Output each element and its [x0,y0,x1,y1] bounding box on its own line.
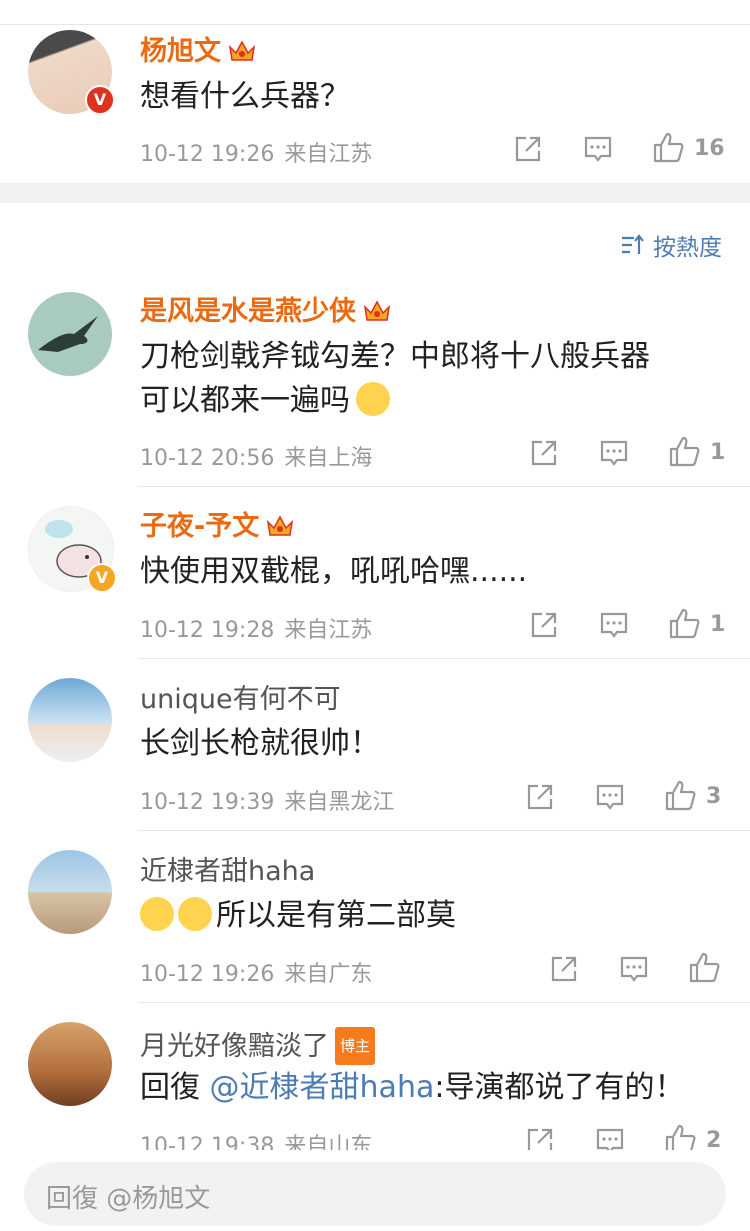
like-button[interactable]: 16 [652,131,725,165]
share-button[interactable] [512,133,544,165]
comment-text: 快使用双截棍，吼吼哈嘿...... [140,554,528,589]
share-icon [551,956,577,982]
comment-icon [620,956,648,982]
divider [138,486,750,487]
comment-meta: 10-12 19:26 来自广东 [140,962,373,987]
share-icon [531,440,557,466]
verified-badge-icon: V [85,85,115,115]
divider [138,1002,750,1003]
share-button[interactable] [548,953,580,985]
comment-button[interactable] [582,133,614,165]
comment-author[interactable]: 月光好像黯淡了 博主 [140,1027,376,1065]
comment-button[interactable] [618,953,650,985]
comment-meta: 10-12 19:39 来自黑龙江 [140,790,395,815]
vip-crown-icon [363,300,391,321]
share-button[interactable] [528,609,560,641]
reply-placeholder: 回復 @杨旭文 [46,1184,211,1214]
mention-link[interactable]: @近棣者甜haha [210,1070,435,1105]
share-icon [531,612,557,638]
section-gap [0,183,750,203]
comment-button[interactable] [598,437,630,469]
verified-badge-icon: V [87,563,117,593]
post-author[interactable]: 杨旭文 [140,35,257,69]
comment-button[interactable] [598,609,630,641]
thumbs-up-icon [669,436,700,467]
comment-author[interactable]: unique有何不可 [140,683,341,717]
thumbs-up-icon [665,780,696,811]
share-button[interactable] [528,437,560,469]
avatar[interactable] [28,1022,112,1106]
comment-icon [596,784,624,810]
sort-icon [622,234,644,254]
pleading-emoji-icon [178,897,212,931]
avatar[interactable] [28,850,112,934]
sort-label: 按熱度 [653,235,722,261]
reply-bar: 回復 @杨旭文 [0,1150,750,1231]
comment-button[interactable] [594,781,626,813]
doge-emoji-icon [356,382,390,416]
original-post: V 杨旭文 想看什么兵器？ 10-12 19:26 来自江苏 16 [0,25,750,183]
sort-toggle[interactable]: 按熱度 [621,228,722,262]
comment-icon [584,136,612,162]
comment-icon [600,440,628,466]
comment-author[interactable]: 子夜-予文 [140,510,295,544]
like-count: 2 [706,1127,722,1153]
comment-text-line: 刀枪剑戟斧钺勾差？中郎将十八般兵器 [140,339,650,374]
pleading-emoji-icon [140,897,174,931]
comment-meta: 10-12 20:56 来自上海 [140,446,373,471]
thumbs-up-icon [653,132,684,163]
divider [138,658,750,659]
thumbs-up-icon [669,608,700,639]
author-badge: 博主 [335,1027,376,1065]
comment-text-line: 可以都来一遍吗 [140,379,394,423]
like-button[interactable] [688,951,722,985]
like-button[interactable]: 3 [664,779,721,813]
comment-author[interactable]: 是风是水是燕少侠 [140,295,392,329]
comment-text: 长剑长枪就很帅！ [140,726,380,761]
vip-crown-icon [267,515,294,536]
divider [138,830,750,831]
avatar[interactable] [28,678,112,762]
like-button[interactable]: 1 [668,607,725,641]
comment-text: 回復 @近棣者甜haha:导演都说了有的！ [140,1070,685,1105]
thumbs-up-icon [689,952,720,983]
comment-icon [600,612,628,638]
swallow-image [38,316,98,352]
avatar[interactable] [28,292,112,376]
share-icon [515,136,541,162]
reply-input[interactable]: 回復 @杨旭文 [24,1162,726,1226]
post-meta: 10-12 19:26 来自江苏 [140,142,373,167]
like-count: 1 [710,439,726,465]
like-count: 1 [710,611,726,637]
like-button[interactable]: 1 [668,435,725,469]
like-count: 16 [694,135,725,161]
comment-meta: 10-12 19:28 来自江苏 [140,618,373,643]
vip-crown-icon [228,40,256,61]
share-button[interactable] [524,781,556,813]
comment-text: 所以是有第二部莫 [140,894,456,938]
post-text: 想看什么兵器？ [140,79,350,114]
share-icon [527,784,553,810]
like-count: 3 [706,783,722,809]
comment-author[interactable]: 近棣者甜haha [140,855,315,889]
